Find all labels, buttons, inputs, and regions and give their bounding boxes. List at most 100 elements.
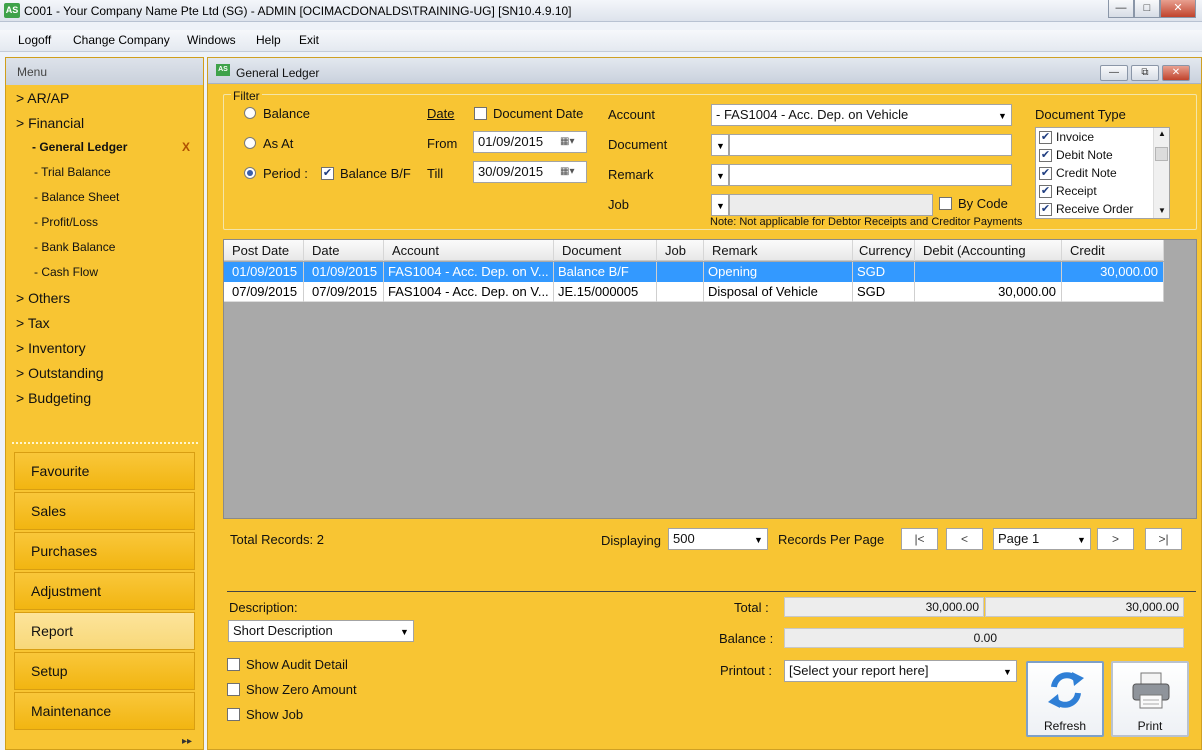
first-page-button[interactable]: |<: [901, 528, 938, 550]
close-icon[interactable]: ✕: [1162, 65, 1190, 81]
menu-logoff[interactable]: Logoff: [18, 33, 51, 47]
cell-account: FAS1004 - Acc. Dep. on V...: [384, 282, 554, 302]
expand-arrow-icon[interactable]: ▸▸: [182, 736, 192, 747]
scroll-thumb[interactable]: [1155, 147, 1168, 161]
doc-type-credit-note-checkbox[interactable]: ✔: [1039, 167, 1052, 180]
radio-period[interactable]: [244, 167, 256, 179]
cell-job: [657, 282, 704, 302]
doc-type-receive-order-checkbox[interactable]: ✔: [1039, 203, 1052, 216]
cell-currency: SGD: [853, 262, 915, 282]
cell-credit: 30,000.00: [1062, 262, 1164, 282]
document-type-list[interactable]: ✔ Invoice ✔ Debit Note ✔ Credit Note ✔ R…: [1035, 127, 1170, 219]
nav-favourite[interactable]: Favourite: [14, 452, 195, 490]
column-header-job[interactable]: Job: [657, 240, 704, 261]
doc-type-debit-note-checkbox[interactable]: ✔: [1039, 149, 1052, 162]
job-operator-select[interactable]: ▼: [711, 194, 729, 216]
tree-item-bank-balance[interactable]: - Bank Balance: [34, 240, 115, 254]
pane-splitter[interactable]: [12, 442, 198, 450]
calendar-icon[interactable]: ▦▾: [560, 132, 582, 152]
show-job-checkbox[interactable]: [227, 708, 240, 721]
remark-operator-select[interactable]: ▼: [711, 164, 729, 186]
account-select[interactable]: - FAS1004 - Acc. Dep. on Vehicle ▼: [711, 104, 1012, 126]
window-title: C001 - Your Company Name Pte Ltd (SG) - …: [24, 4, 572, 18]
close-tab-icon[interactable]: X: [182, 140, 190, 154]
menu-windows[interactable]: Windows: [187, 33, 236, 47]
column-header-document[interactable]: Document: [554, 240, 657, 261]
tree-item-others[interactable]: > Others: [16, 290, 70, 306]
show-zero-amount-checkbox[interactable]: [227, 683, 240, 696]
column-header-currency[interactable]: Currency: [853, 240, 915, 261]
menu-change-company[interactable]: Change Company: [73, 33, 170, 47]
prev-page-button[interactable]: <: [946, 528, 983, 550]
menu-help[interactable]: Help: [256, 33, 281, 47]
balance-bf-checkbox[interactable]: ✔: [321, 167, 334, 180]
till-date-field[interactable]: 30/09/2015 ▦▾: [473, 161, 587, 183]
last-page-button[interactable]: >|: [1145, 528, 1182, 550]
radio-balance[interactable]: [244, 107, 256, 119]
minimize-icon[interactable]: —: [1100, 65, 1128, 81]
table-row[interactable]: 01/09/2015 01/09/2015 FAS1004 - Acc. Dep…: [224, 262, 1164, 282]
scroll-up-icon[interactable]: ▲: [1158, 129, 1166, 138]
doc-type-receipt: Receipt: [1056, 184, 1097, 198]
close-icon[interactable]: ✕: [1160, 0, 1196, 18]
scroll-down-icon[interactable]: ▼: [1158, 206, 1166, 215]
column-header-remark[interactable]: Remark: [704, 240, 853, 261]
calendar-icon[interactable]: ▦▾: [560, 162, 582, 182]
cell-post-date: 01/09/2015: [224, 262, 304, 282]
tree-item-budgeting[interactable]: > Budgeting: [16, 390, 91, 406]
next-page-button[interactable]: >: [1097, 528, 1134, 550]
tree-item-trial-balance[interactable]: - Trial Balance: [34, 165, 111, 179]
doc-type-invoice-checkbox[interactable]: ✔: [1039, 131, 1052, 144]
printout-select[interactable]: [Select your report here] ▼: [784, 660, 1017, 682]
refresh-button[interactable]: Refresh: [1026, 661, 1104, 737]
from-date-field[interactable]: 01/09/2015 ▦▾: [473, 131, 587, 153]
document-date-checkbox[interactable]: [474, 107, 487, 120]
column-header-credit[interactable]: Credit: [1062, 240, 1164, 261]
tree-item-ar-ap[interactable]: > AR/AP: [16, 90, 69, 106]
description-select[interactable]: Short Description ▼: [228, 620, 414, 642]
column-header-date[interactable]: Date: [304, 240, 384, 261]
nav-purchases[interactable]: Purchases: [14, 532, 195, 570]
job-input[interactable]: [729, 194, 933, 216]
nav-setup[interactable]: Setup: [14, 652, 195, 690]
column-header-post-date[interactable]: Post Date: [224, 240, 304, 261]
tree-item-profit-loss[interactable]: - Profit/Loss: [34, 215, 98, 229]
tree-item-cash-flow[interactable]: - Cash Flow: [34, 265, 98, 279]
remark-input[interactable]: [729, 164, 1012, 186]
restore-icon[interactable]: ⧉: [1131, 65, 1159, 81]
nav-maintenance[interactable]: Maintenance: [14, 692, 195, 730]
account-label: Account: [608, 107, 655, 122]
document-input[interactable]: [729, 134, 1012, 156]
list-scrollbar[interactable]: ▲ ▼: [1153, 128, 1169, 218]
section-divider: [227, 591, 1196, 592]
tree-item-inventory[interactable]: > Inventory: [16, 340, 86, 356]
column-header-account[interactable]: Account: [384, 240, 554, 261]
print-button[interactable]: Print: [1111, 661, 1189, 737]
nav-sales[interactable]: Sales: [14, 492, 195, 530]
radio-as-at[interactable]: [244, 137, 256, 149]
tree-item-balance-sheet[interactable]: - Balance Sheet: [34, 190, 119, 204]
page-select[interactable]: Page 1 ▼: [993, 528, 1091, 550]
maximize-icon[interactable]: □: [1134, 0, 1160, 18]
tree-item-outstanding[interactable]: > Outstanding: [16, 365, 104, 381]
from-label: From: [427, 136, 458, 151]
printer-icon: [1132, 672, 1170, 709]
minimize-icon[interactable]: —: [1108, 0, 1134, 18]
nav-adjustment[interactable]: Adjustment: [14, 572, 195, 610]
records-per-page-select[interactable]: 500 ▼: [668, 528, 768, 550]
table-row[interactable]: 07/09/2015 07/09/2015 FAS1004 - Acc. Dep…: [224, 282, 1164, 302]
tree-item-general-ledger[interactable]: - General Ledger: [32, 140, 127, 154]
app-logo-icon: AS: [216, 64, 230, 76]
tree-item-financial[interactable]: > Financial: [16, 115, 84, 131]
doc-type-receipt-checkbox[interactable]: ✔: [1039, 185, 1052, 198]
balance-bf-label: Balance B/F: [340, 166, 411, 181]
document-operator-select[interactable]: ▼: [711, 134, 729, 156]
by-code-checkbox[interactable]: [939, 197, 952, 210]
show-audit-detail-checkbox[interactable]: [227, 658, 240, 671]
tree-item-tax[interactable]: > Tax: [16, 315, 50, 331]
column-header-debit[interactable]: Debit (Accounting: [915, 240, 1062, 261]
date-link[interactable]: Date: [427, 106, 454, 121]
child-window-title-bar: AS General Ledger — ⧉ ✕: [208, 58, 1201, 84]
menu-exit[interactable]: Exit: [299, 33, 319, 47]
nav-report[interactable]: Report: [14, 612, 195, 650]
